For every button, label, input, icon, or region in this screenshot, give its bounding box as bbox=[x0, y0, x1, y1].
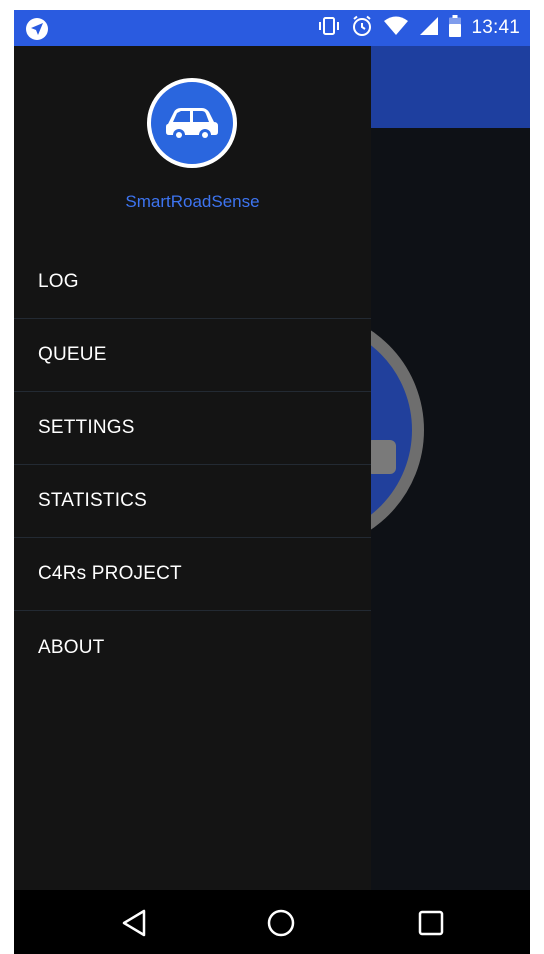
status-time: 13:41 bbox=[471, 17, 520, 38]
drawer-header: SmartRoadSense bbox=[14, 46, 371, 246]
menu-item-about[interactable]: ABOUT bbox=[14, 611, 371, 684]
wifi-icon bbox=[383, 16, 409, 41]
back-icon[interactable] bbox=[120, 908, 150, 938]
menu-item-log[interactable]: LOG bbox=[14, 246, 371, 319]
navigation-bar bbox=[14, 890, 530, 954]
vibrate-icon bbox=[317, 16, 341, 41]
recents-icon[interactable] bbox=[416, 908, 446, 938]
home-icon[interactable] bbox=[266, 908, 296, 938]
status-bar: 13:41 bbox=[14, 10, 530, 46]
app-logo bbox=[147, 78, 237, 168]
status-icons: 13:41 bbox=[317, 14, 520, 42]
menu-item-c4rs-project[interactable]: C4Rs PROJECT bbox=[14, 538, 371, 611]
menu-item-statistics[interactable]: STATISTICS bbox=[14, 465, 371, 538]
car-icon bbox=[166, 108, 218, 141]
alarm-icon bbox=[351, 15, 373, 42]
battery-icon bbox=[449, 14, 462, 42]
app-name: SmartRoadSense bbox=[125, 192, 260, 211]
navigation-drawer: SmartRoadSense LOG QUEUE SETTINGS STATIS… bbox=[14, 46, 371, 890]
navigation-arrow-icon bbox=[26, 18, 48, 40]
phone-screen: 13:41 SmartRoadSense LOG QUEUE SETTINGS … bbox=[14, 10, 530, 954]
menu-item-settings[interactable]: SETTINGS bbox=[14, 392, 371, 465]
signal-icon bbox=[419, 16, 439, 41]
drawer-menu: LOG QUEUE SETTINGS STATISTICS C4Rs PROJE… bbox=[14, 246, 371, 684]
menu-item-queue[interactable]: QUEUE bbox=[14, 319, 371, 392]
